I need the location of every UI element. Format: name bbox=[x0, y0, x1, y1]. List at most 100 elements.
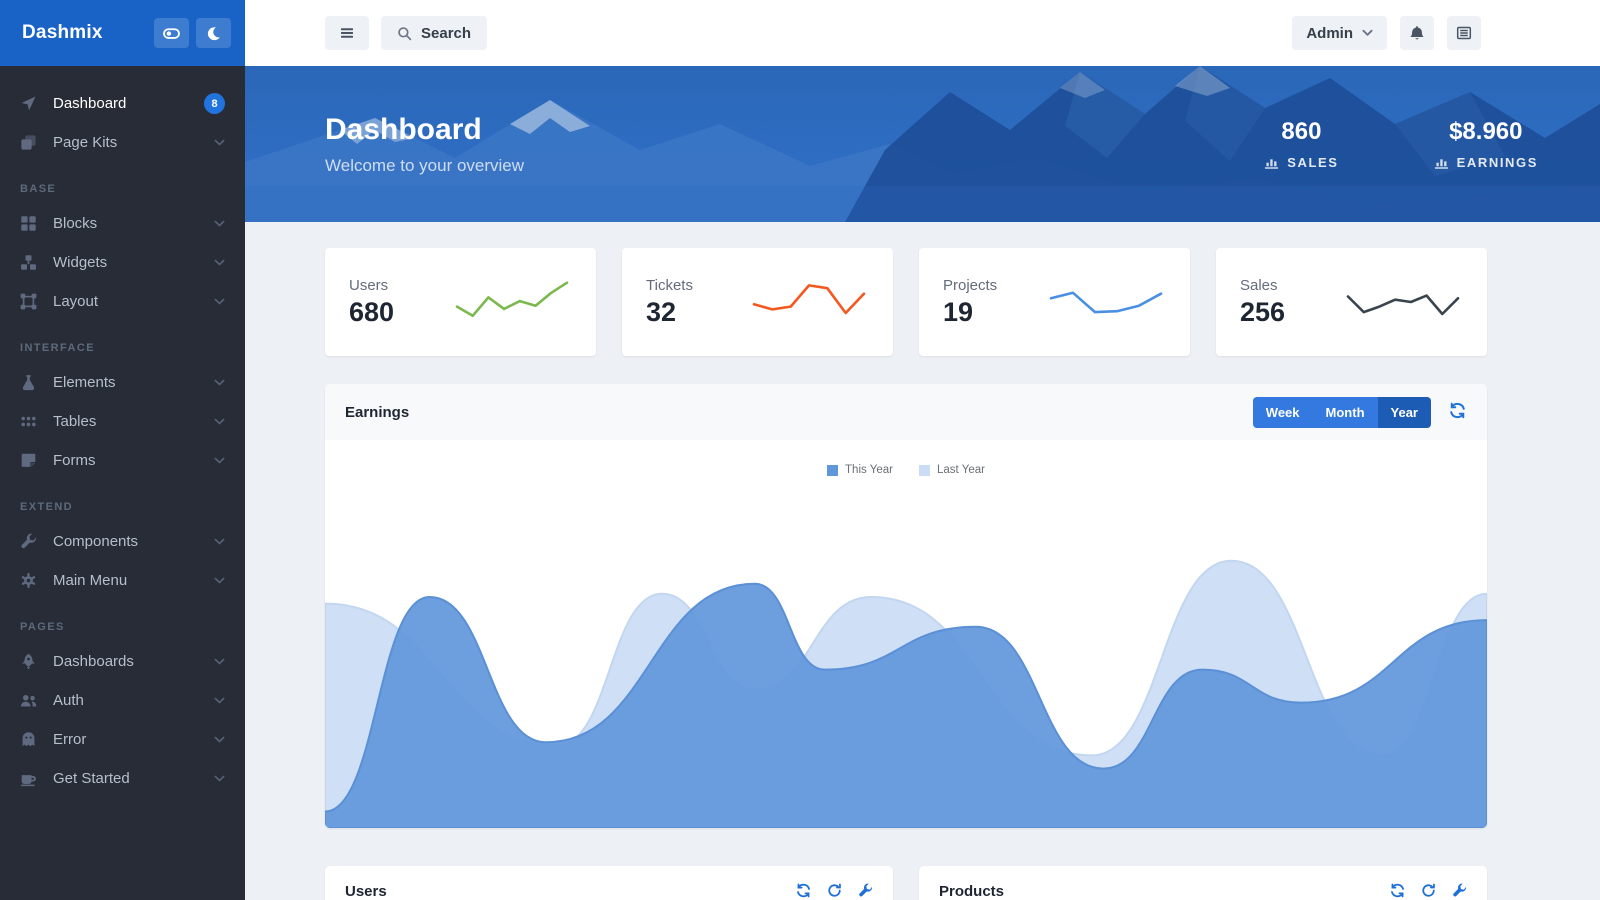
layout-toggle-button[interactable] bbox=[154, 18, 189, 48]
hero-stat-label-row: SALES bbox=[1264, 155, 1338, 170]
copy-icon bbox=[20, 134, 37, 151]
stat-card-meta: Projects 19 bbox=[943, 277, 997, 328]
sidebar-item-forms[interactable]: Forms bbox=[0, 441, 245, 480]
chevron-down-icon bbox=[214, 695, 225, 706]
header-right-group: Admin bbox=[1292, 16, 1481, 50]
hero-stat-earnings: $8.960EARNINGS bbox=[1434, 118, 1538, 170]
sidebar-toggle-button[interactable] bbox=[325, 16, 369, 50]
sidebar-item-tables[interactable]: Tables bbox=[0, 402, 245, 441]
chart-refresh-button[interactable] bbox=[1447, 402, 1467, 422]
sidebar-item-components[interactable]: Components bbox=[0, 522, 245, 561]
dashboard-page: { "brand": {"name": "Dashmix"}, "logo_ba… bbox=[0, 0, 1600, 900]
hero-stats: 860SALES$8.960EARNINGS bbox=[1264, 118, 1538, 170]
stat-card-meta: Tickets32 bbox=[646, 277, 693, 328]
sidebar-item-dashboard[interactable]: Dashboard8 bbox=[0, 84, 245, 123]
chart-bars-icon bbox=[1434, 155, 1449, 170]
search-label: Search bbox=[421, 25, 471, 42]
search-button[interactable]: Search bbox=[381, 16, 487, 50]
notifications-button[interactable] bbox=[1400, 16, 1434, 50]
legend-label: Last Year bbox=[937, 464, 985, 476]
sidebar-item-label: Layout bbox=[53, 293, 204, 310]
page-subtitle: Welcome to your overview bbox=[325, 156, 524, 176]
block-wrench-button[interactable] bbox=[858, 883, 873, 898]
block-refresh-button[interactable] bbox=[796, 883, 811, 898]
stat-card-sparkline bbox=[1046, 274, 1166, 330]
stat-card-meta: Users680 bbox=[349, 277, 394, 328]
range-year-button[interactable]: Year bbox=[1378, 397, 1431, 428]
legend-swatch bbox=[827, 465, 838, 476]
admin-label: Admin bbox=[1306, 25, 1353, 42]
stat-card-value: 32 bbox=[646, 297, 693, 328]
block-card-users: Users bbox=[325, 866, 893, 900]
earnings-panel: Earnings WeekMonthYear This YearLast Yea… bbox=[325, 384, 1487, 828]
users-icon bbox=[20, 692, 37, 709]
sidebar-item-label: Elements bbox=[53, 374, 204, 391]
wrench-icon bbox=[20, 533, 37, 550]
block-card-title: Products bbox=[939, 883, 1004, 900]
sidebar-item-label: Dashboard bbox=[53, 95, 204, 112]
stat-card-value: 680 bbox=[349, 297, 394, 328]
sidebar-item-get-started[interactable]: Get Started bbox=[0, 759, 245, 798]
sidebar-section-pages: PAGES bbox=[0, 600, 245, 642]
block-card-products: Products bbox=[919, 866, 1487, 900]
wrench-icon bbox=[858, 883, 873, 898]
side-overlay-button[interactable] bbox=[1447, 16, 1481, 50]
block-refresh-button[interactable] bbox=[1390, 883, 1405, 898]
rotate-icon bbox=[1421, 883, 1436, 898]
range-week-button[interactable]: Week bbox=[1253, 397, 1313, 428]
admin-menu-button[interactable]: Admin bbox=[1292, 16, 1387, 50]
chevron-down-icon bbox=[214, 416, 225, 427]
chart-legend: This Year Last Year bbox=[325, 464, 1487, 476]
dots-icon bbox=[20, 413, 37, 430]
block-rotate-button[interactable] bbox=[827, 883, 842, 898]
list-panel-icon bbox=[1456, 25, 1472, 41]
hero-stat-value: $8.960 bbox=[1434, 118, 1538, 146]
chevron-down-icon bbox=[214, 137, 225, 148]
block-rotate-button[interactable] bbox=[1421, 883, 1436, 898]
sidebar-item-label: Dashboards bbox=[53, 653, 204, 670]
block-card-title: Users bbox=[345, 883, 387, 900]
sidebar-item-blocks[interactable]: Blocks bbox=[0, 204, 245, 243]
chevron-down-icon bbox=[214, 575, 225, 586]
sidebar-item-page-kits[interactable]: Page Kits bbox=[0, 123, 245, 162]
stat-card-meta: Sales256 bbox=[1240, 277, 1285, 328]
stat-card-sparkline bbox=[452, 274, 572, 330]
sidebar-item-auth[interactable]: Auth bbox=[0, 681, 245, 720]
brand-logo: Dashmix bbox=[22, 22, 154, 44]
logo-bar: Dashmix bbox=[0, 0, 245, 66]
caret-down-icon bbox=[1362, 29, 1373, 37]
mug-icon bbox=[20, 770, 37, 787]
dark-mode-toggle-button[interactable] bbox=[196, 18, 231, 48]
widgets-icon bbox=[20, 254, 37, 271]
block-wrench-button[interactable] bbox=[1452, 883, 1467, 898]
sidebar-item-dashboards[interactable]: Dashboards bbox=[0, 642, 245, 681]
sidebar-item-error[interactable]: Error bbox=[0, 720, 245, 759]
stat-card-users: Users680 bbox=[325, 248, 596, 356]
range-month-button[interactable]: Month bbox=[1313, 397, 1378, 428]
sidebar-item-layout[interactable]: Layout bbox=[0, 282, 245, 321]
flask-icon bbox=[20, 374, 37, 391]
sidebar-item-label: Blocks bbox=[53, 215, 204, 232]
legend-this-year: This Year bbox=[827, 464, 893, 476]
range-button-group: WeekMonthYear bbox=[1253, 397, 1431, 428]
search-icon bbox=[397, 26, 412, 41]
logo-actions bbox=[154, 18, 231, 48]
hero-banner: Dashboard Welcome to your overview 860SA… bbox=[245, 66, 1600, 222]
sidebar-item-label: Auth bbox=[53, 692, 204, 709]
sidebar-nav: Dashboard8Page KitsBASEBlocksWidgetsLayo… bbox=[0, 66, 245, 798]
main-content: Users680Tickets32Projects19Sales256 Earn… bbox=[325, 248, 1487, 900]
bell-icon bbox=[1409, 25, 1425, 41]
refresh-icon bbox=[1390, 883, 1405, 898]
top-header: Search Admin bbox=[245, 0, 1600, 66]
sidebar-item-label: Page Kits bbox=[53, 134, 204, 151]
hamburger-icon bbox=[339, 25, 355, 41]
chevron-down-icon bbox=[214, 773, 225, 784]
stat-card-label: Projects bbox=[943, 277, 997, 294]
earnings-area-chart bbox=[325, 498, 1487, 828]
wrench-icon bbox=[1452, 883, 1467, 898]
sidebar-item-main-menu[interactable]: Main Menu bbox=[0, 561, 245, 600]
stat-card-value: 19 bbox=[943, 297, 997, 328]
sidebar-item-elements[interactable]: Elements bbox=[0, 363, 245, 402]
chevron-down-icon bbox=[214, 257, 225, 268]
sidebar-item-widgets[interactable]: Widgets bbox=[0, 243, 245, 282]
